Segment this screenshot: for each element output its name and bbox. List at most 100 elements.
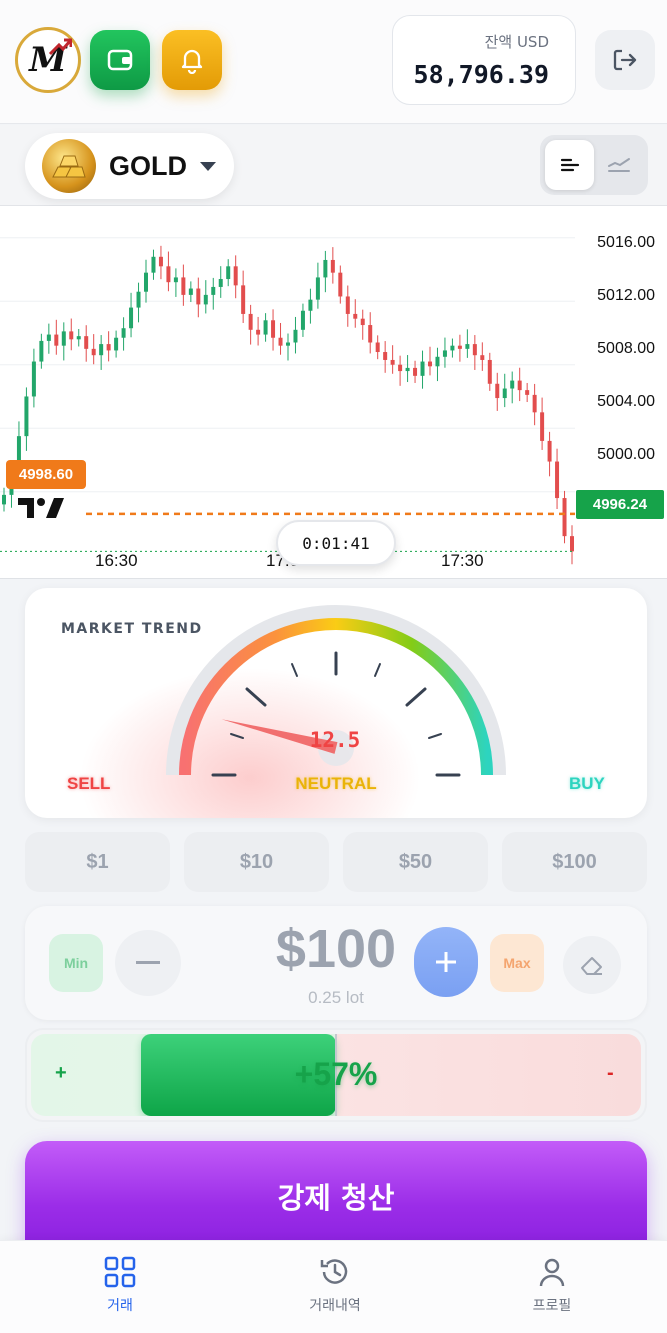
candle [435, 347, 440, 382]
force-liquidate-button[interactable]: 강제 청산 [25, 1141, 647, 1249]
x-tick-label: 16:30 [95, 551, 138, 570]
candle [405, 355, 410, 383]
candle [428, 346, 432, 376]
asset-name: GOLD [109, 150, 187, 181]
nav-item-history[interactable]: 거래내역 [255, 1255, 415, 1315]
candle [457, 334, 462, 362]
candle [487, 352, 492, 391]
candle [450, 338, 455, 358]
plus-icon [436, 952, 456, 972]
quick-amount-1[interactable]: $1 [25, 832, 170, 892]
increase-button[interactable] [414, 927, 478, 997]
y-tick-label: 5000.00 [597, 446, 655, 463]
quick-amount-50[interactable]: $50 [343, 832, 488, 892]
candle [106, 331, 111, 362]
x-tick-label: 17:30 [441, 551, 484, 570]
candle [532, 383, 537, 426]
candle [54, 319, 59, 355]
neutral-label: NEUTRAL [295, 774, 377, 793]
candle [502, 373, 507, 408]
candle [263, 313, 268, 342]
app-logo[interactable]: M [15, 27, 81, 93]
balance-value: 58,796.39 [413, 60, 549, 89]
wallet-button[interactable] [90, 30, 150, 90]
quick-amount-100[interactable]: $100 [502, 832, 647, 892]
candle [203, 280, 208, 314]
gold-bars-icon [42, 139, 96, 193]
max-button[interactable]: Max [490, 934, 544, 992]
candle [286, 333, 290, 361]
user-icon [539, 1258, 565, 1287]
tradingview-logo-icon [18, 498, 64, 518]
candle [465, 329, 470, 358]
candle [308, 288, 313, 324]
candle [315, 262, 320, 309]
candle [226, 259, 231, 287]
candle [211, 277, 216, 310]
candle [525, 382, 530, 403]
buy-label: BUY [569, 774, 605, 793]
price-chart[interactable]: 5016.00 5012.00 5008.00 5004.00 5000.00 … [0, 206, 667, 579]
y-tick-label: 5004.00 [597, 393, 655, 410]
clear-button[interactable] [563, 936, 621, 994]
candle [330, 247, 335, 284]
logout-icon [613, 49, 637, 71]
line-view-button[interactable] [594, 140, 643, 190]
grid-icon [104, 1256, 136, 1288]
candle [76, 329, 81, 347]
logout-button[interactable] [595, 30, 655, 90]
candle [256, 316, 261, 346]
amount-lot: 0.25 lot [308, 988, 364, 1007]
countdown-timer: 0:01:41 [276, 520, 396, 566]
chevron-down-icon [200, 161, 216, 171]
candle [547, 431, 552, 477]
balance-label: 잔액 USD [484, 33, 549, 51]
candle [218, 266, 223, 298]
candle [151, 249, 156, 280]
asset-bar: GOLD [0, 125, 667, 206]
candle [196, 277, 201, 318]
candle [31, 348, 36, 408]
candle [181, 264, 186, 306]
candle [510, 371, 515, 404]
trend-value: 12.5 [309, 728, 361, 752]
ratio-percent: +57% [294, 1056, 378, 1092]
quick-amount-10[interactable]: $10 [184, 832, 329, 892]
candle-view-button[interactable] [545, 140, 594, 190]
candle [300, 303, 305, 337]
candle [158, 245, 163, 280]
candle [555, 448, 560, 510]
bottom-nav: 거래 거래내역 프로필 [0, 1240, 667, 1333]
nav-label: 거래 [107, 1298, 133, 1314]
chart-type-toggle [540, 135, 648, 195]
candle [114, 330, 119, 358]
candle [338, 265, 343, 304]
asset-selector[interactable]: GOLD [25, 133, 234, 199]
notification-button[interactable] [162, 30, 222, 90]
candle [480, 342, 485, 371]
candle [46, 323, 51, 354]
candle [383, 341, 388, 373]
y-tick-label: 5016.00 [597, 234, 655, 251]
candle [233, 255, 238, 299]
nav-item-trade[interactable]: 거래 [40, 1255, 200, 1315]
logo-arrow-icon [48, 38, 72, 56]
candle [442, 337, 447, 368]
candle [368, 312, 373, 354]
nav-item-profile[interactable]: 프로필 [472, 1255, 632, 1315]
nav-label: 프로필 [532, 1298, 572, 1314]
candle [293, 316, 298, 354]
line-chart-icon [607, 158, 630, 172]
candle [136, 282, 141, 323]
entry-price-badge: 4998.60 [6, 460, 86, 489]
wallet-icon [107, 49, 133, 71]
bars-icon [560, 158, 579, 172]
candle [360, 309, 365, 340]
candle [173, 268, 178, 297]
candle [570, 525, 574, 565]
candle [188, 281, 193, 303]
history-icon [320, 1259, 348, 1284]
top-header: M 잔액 USD 58,796.39 [0, 0, 667, 124]
candle [39, 333, 44, 369]
current-price-badge: 4996.24 [576, 490, 664, 519]
